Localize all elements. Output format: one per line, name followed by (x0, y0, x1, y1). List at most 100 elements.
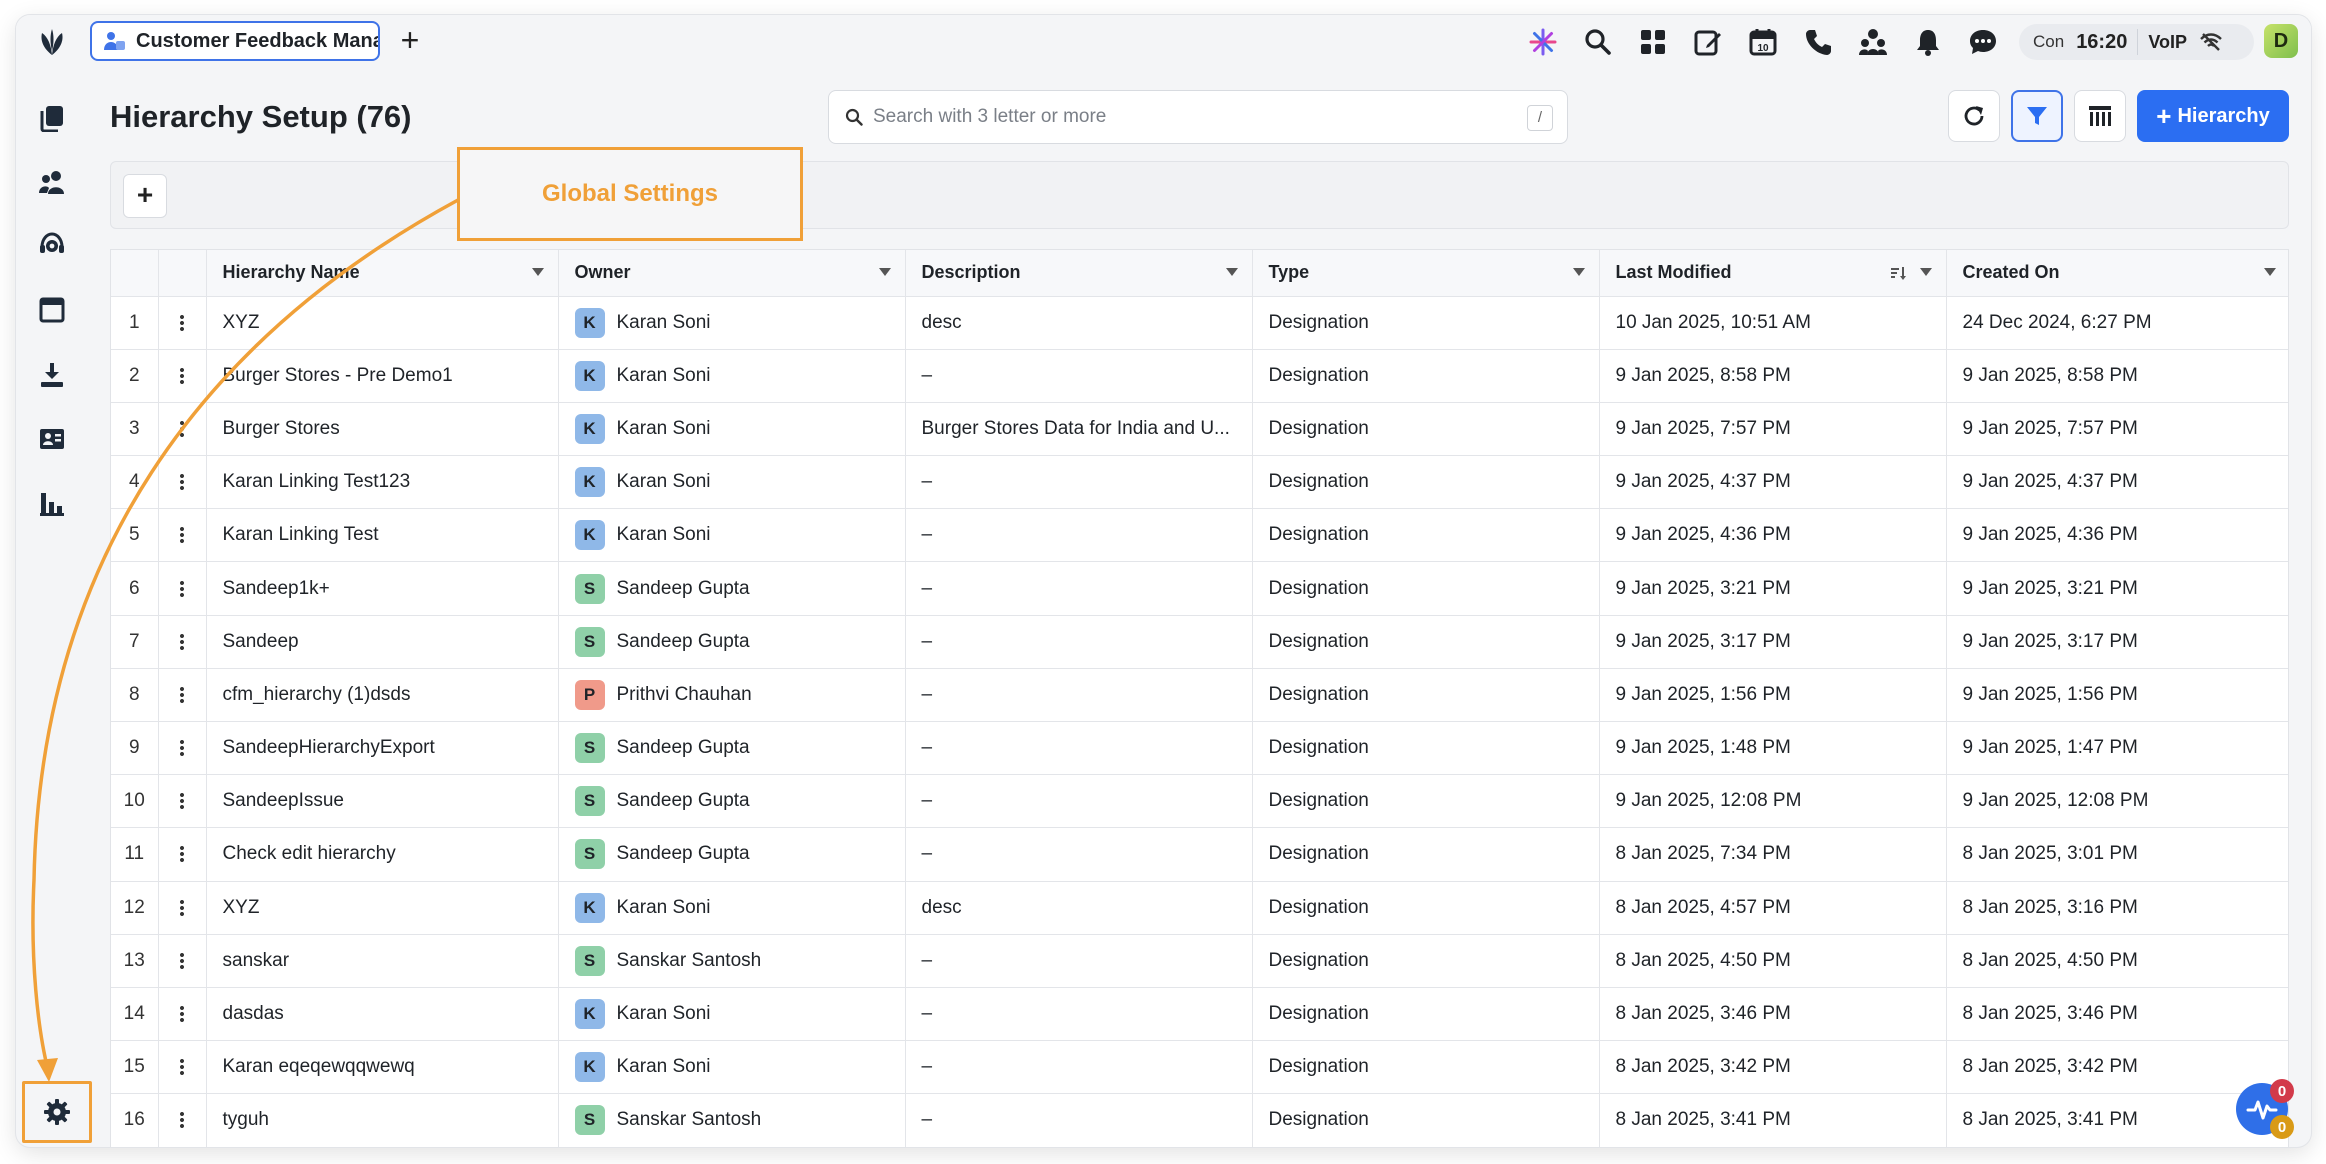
calendar-icon[interactable]: 10 (1744, 23, 1782, 61)
phone-icon[interactable] (1799, 23, 1837, 61)
hierarchy-name-cell[interactable]: Karan Linking Test123 (206, 455, 559, 510)
row-menu-button[interactable] (158, 774, 207, 829)
caret-down-icon[interactable] (1919, 268, 1932, 276)
hierarchy-name-cell[interactable]: tyguh (206, 1093, 559, 1147)
header-owner[interactable]: Owner (558, 250, 906, 297)
hierarchy-name-cell[interactable]: Burger Stores (206, 402, 559, 457)
hierarchy-name-cell[interactable]: SandeepIssue (206, 774, 559, 829)
hierarchy-name-cell[interactable]: Karan eqeqewqqwewq (206, 1040, 559, 1095)
row-menu-button[interactable] (158, 1093, 207, 1147)
row-menu-button[interactable] (158, 402, 207, 457)
global-settings-button[interactable] (22, 1081, 92, 1143)
table-row[interactable]: 7 Sandeep S Sandeep Gupta – Designation 9 Jan … (111, 615, 2288, 669)
header-created-on[interactable]: Created On (1946, 250, 2288, 297)
owner-name: Karan Soni (616, 1003, 711, 1025)
hierarchy-name-cell[interactable]: Sandeep (206, 615, 559, 669)
caret-down-icon[interactable] (2263, 268, 2276, 276)
row-menu-button[interactable] (158, 827, 207, 882)
header-hierarchy-name[interactable]: Hierarchy Name (206, 250, 559, 297)
last-modified-cell: 10 Jan 2025, 10:51 AM (1599, 296, 1947, 350)
refresh-button[interactable] (1948, 90, 2000, 142)
user-avatar[interactable]: D (2264, 24, 2298, 58)
table-row[interactable]: 3 Burger Stores K Karan Soni Burger Stores D… (111, 402, 2288, 457)
row-menu-button[interactable] (158, 296, 207, 350)
hierarchy-name-cell[interactable]: XYZ (206, 296, 559, 350)
row-menu-button[interactable] (158, 721, 207, 776)
table-row[interactable]: 14 dasdas K Karan Soni – Designation 8 Jan 202… (111, 987, 2288, 1042)
hierarchy-name-cell[interactable]: Check edit hierarchy (206, 827, 559, 882)
filter-button[interactable] (2011, 90, 2063, 142)
table-row[interactable]: 5 Karan Linking Test K Karan Soni – Designati… (111, 508, 2288, 563)
directory-icon[interactable] (36, 423, 68, 455)
hierarchy-name-cell[interactable]: Sandeep1k+ (206, 561, 559, 616)
caret-down-icon[interactable] (1572, 268, 1585, 276)
row-menu-button[interactable] (158, 349, 207, 403)
hierarchy-name-cell[interactable]: sanskar (206, 934, 559, 988)
row-menu-button[interactable] (158, 455, 207, 510)
call-status-pill[interactable]: Con 16:20 VoIP (2019, 24, 2254, 60)
table-row[interactable]: 9 SandeepHierarchyExport S Sandeep Gupta – De… (111, 721, 2288, 776)
created-on-cell: 9 Jan 2025, 1:56 PM (1946, 668, 2288, 723)
hierarchy-name-cell[interactable]: dasdas (206, 987, 559, 1042)
search-icon[interactable] (1579, 23, 1617, 61)
analytics-icon[interactable] (36, 487, 68, 519)
add-filter-button[interactable]: + (123, 174, 167, 218)
users-icon[interactable] (36, 166, 68, 198)
global-settings-callout: Global Settings (457, 147, 803, 241)
header-description[interactable]: Description (905, 250, 1253, 297)
caret-down-icon[interactable] (878, 268, 891, 276)
row-menu-button[interactable] (158, 934, 207, 988)
table-row[interactable]: 12 XYZ K Karan Soni desc Designation 8 Jan 202… (111, 881, 2288, 935)
row-menu-button[interactable] (158, 561, 207, 616)
table-row[interactable]: 15 Karan eqeqewqqwewq K Karan Soni – Designat… (111, 1040, 2288, 1095)
table-row[interactable]: 6 Sandeep1k+ S Sandeep Gupta – Designation 9 J… (111, 561, 2288, 616)
download-icon[interactable] (36, 359, 68, 391)
caret-down-icon[interactable] (531, 268, 544, 276)
table-row[interactable]: 8 cfm_hierarchy (1)dsds P Prithvi Chauhan – D… (111, 668, 2288, 723)
table-row[interactable]: 4 Karan Linking Test123 K Karan Soni – Design… (111, 455, 2288, 510)
created-on-cell: 9 Jan 2025, 3:21 PM (1946, 561, 2288, 616)
window-icon[interactable] (36, 294, 68, 326)
add-hierarchy-button[interactable]: + Hierarchy (2137, 90, 2289, 142)
header-type[interactable]: Type (1252, 250, 1600, 297)
table-row[interactable]: 2 Burger Stores - Pre Demo1 K Karan Soni – De… (111, 349, 2288, 403)
search-bar[interactable]: / (828, 90, 1568, 144)
left-sidebar (16, 69, 88, 1147)
activity-widget-button[interactable]: 0 0 (2236, 1079, 2294, 1139)
chat-icon[interactable] (1964, 23, 2002, 61)
owner-name: Sandeep Gupta (616, 577, 750, 599)
sort-desc-icon[interactable] (1890, 265, 1906, 281)
table-row[interactable]: 1 XYZ K Karan Soni desc Designation 10 Jan 202… (111, 296, 2288, 350)
documents-icon[interactable] (36, 102, 68, 134)
row-menu-button[interactable] (158, 508, 207, 563)
bell-icon[interactable] (1909, 23, 1947, 61)
table-row[interactable]: 16 tyguh S Sanskar Santosh – Designation 8 Jan… (111, 1093, 2288, 1147)
row-menu-button[interactable] (158, 615, 207, 669)
table-row[interactable]: 13 sanskar S Sanskar Santosh – Designation 8 J… (111, 934, 2288, 988)
support-icon[interactable] (36, 229, 68, 261)
hierarchy-name-cell[interactable]: XYZ (206, 881, 559, 935)
header-last-modified[interactable]: Last Modified (1599, 250, 1947, 297)
hierarchy-name-cell[interactable]: cfm_hierarchy (1)dsds (206, 668, 559, 723)
sparkle-icon[interactable] (1524, 23, 1562, 61)
row-menu-button[interactable] (158, 987, 207, 1042)
row-menu-button[interactable] (158, 881, 207, 935)
hierarchy-name-cell[interactable]: Burger Stores - Pre Demo1 (206, 349, 559, 403)
row-menu-button[interactable] (158, 668, 207, 723)
apps-grid-icon[interactable] (1634, 23, 1672, 61)
table-row[interactable]: 10 SandeepIssue S Sandeep Gupta – Designation… (111, 774, 2288, 829)
edit-icon[interactable] (1689, 23, 1727, 61)
search-input[interactable] (873, 106, 1513, 128)
columns-button[interactable] (2074, 90, 2126, 142)
owner-cell: P Prithvi Chauhan (558, 668, 906, 723)
brand-logo-icon[interactable] (34, 25, 70, 59)
row-menu-button[interactable] (158, 1040, 207, 1095)
table-row[interactable]: 11 Check edit hierarchy S Sandeep Gupta – Des… (111, 827, 2288, 882)
add-tab-button[interactable]: + (394, 24, 426, 57)
hierarchy-name-cell[interactable]: Karan Linking Test (206, 508, 559, 563)
hierarchy-name-cell[interactable]: SandeepHierarchyExport (206, 721, 559, 776)
caret-down-icon[interactable] (1225, 268, 1238, 276)
app-tab-customer-feedback[interactable]: Customer Feedback Mana (90, 21, 380, 61)
people-icon[interactable] (1854, 23, 1892, 61)
wifi-off-icon (2200, 33, 2222, 51)
